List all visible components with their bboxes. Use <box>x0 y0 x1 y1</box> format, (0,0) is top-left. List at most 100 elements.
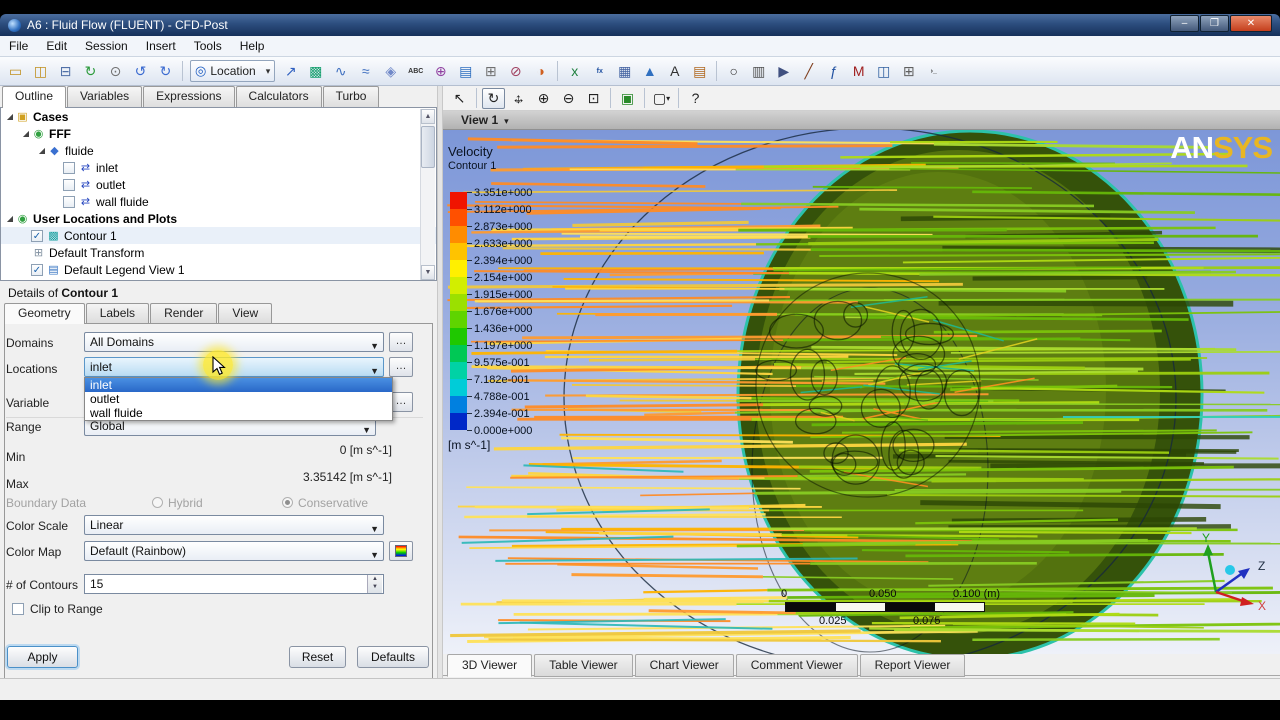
scroll-down-icon[interactable]: ▼ <box>421 265 435 280</box>
new-case-icon[interactable]: ▭ <box>4 60 27 82</box>
tab-variables[interactable]: Variables <box>67 86 143 107</box>
visibility-checkbox[interactable]: ✓ <box>31 263 43 276</box>
dropdown-option-wall-fluide[interactable]: wall fluide <box>85 406 392 420</box>
views-icon[interactable]: ⊞ <box>897 60 920 82</box>
tree-scrollbar[interactable]: ▲ ▼ <box>420 109 435 280</box>
3d-viewport[interactable]: ANSYS Velocity Contour 1 [m s^-1] 3.351e… <box>443 130 1280 654</box>
visibility-checkbox[interactable] <box>63 161 75 174</box>
expander-icon[interactable]: ◢ <box>5 112 15 121</box>
menu-file[interactable]: File <box>0 36 37 56</box>
visibility-checkbox[interactable] <box>63 178 75 191</box>
expander-icon[interactable]: ◢ <box>37 146 47 155</box>
title-bar[interactable]: A6 : Fluid Flow (FLUENT) - CFD-Post – ❐ … <box>0 14 1280 36</box>
animation-icon[interactable]: ▥ <box>747 60 770 82</box>
menu-tools[interactable]: Tools <box>185 36 231 56</box>
viewer-tab-chart-viewer[interactable]: Chart Viewer <box>634 654 734 677</box>
conservative-radio[interactable] <box>282 497 293 508</box>
locations-more-button[interactable]: … <box>389 357 413 377</box>
close-button[interactable]: ✕ <box>1230 15 1272 32</box>
scroll-up-icon[interactable]: ▲ <box>421 109 435 124</box>
color-map-editor-button[interactable] <box>389 541 413 561</box>
tree-item-user-locations-and-plots[interactable]: ◢ ◉ User Locations and Plots <box>1 210 436 227</box>
tree-item-cases[interactable]: ◢ ▣ Cases <box>1 108 436 125</box>
calculators-icon[interactable]: ƒ <box>822 60 845 82</box>
instance-transform-icon[interactable]: ⊞ <box>479 60 502 82</box>
table-icon[interactable]: ▦ <box>613 60 636 82</box>
load-results-icon[interactable]: ◫ <box>29 60 52 82</box>
tree-item-default-legend-view-1[interactable]: ✓ ▤ Default Legend View 1 <box>1 261 436 278</box>
location-dropdown[interactable]: ◎ Location ▾ <box>190 60 276 82</box>
tree-item-default-transform[interactable]: ⊞ Default Transform <box>1 244 436 261</box>
details-tab-geometry[interactable]: Geometry <box>4 303 85 324</box>
menu-session[interactable]: Session <box>76 36 137 56</box>
text-label-icon[interactable]: ABC <box>404 60 427 82</box>
viewer-help-icon[interactable]: ? <box>684 88 707 109</box>
contours-input[interactable]: 15 ▲ ▼ <box>84 574 384 594</box>
domains-combo[interactable]: All Domains ▼ <box>84 332 384 352</box>
zoom-out-icon[interactable]: ⊖ <box>557 88 580 109</box>
tree-item-outlet[interactable]: ⇄ outlet <box>1 176 436 193</box>
maximize-button[interactable]: ❐ <box>1200 15 1229 32</box>
rotate-icon[interactable]: ↻ <box>482 87 505 109</box>
probe-icon[interactable]: ╱ <box>797 60 820 82</box>
tree-item-fluide[interactable]: ◢ ◆ fluide <box>1 142 436 159</box>
view-selector-bar[interactable]: View 1 ▾ <box>443 111 1280 130</box>
viewport-layout-icon[interactable]: ▢ ▾ <box>650 88 673 109</box>
report-icon[interactable]: ▤ <box>688 60 711 82</box>
contour-icon[interactable]: ▩ <box>304 60 327 82</box>
color-map-combo[interactable]: Default (Rainbow) ▼ <box>84 541 384 561</box>
visibility-checkbox[interactable]: ✓ <box>31 229 43 242</box>
defaults-button[interactable]: Defaults <box>357 646 429 668</box>
snapshot-icon[interactable]: ⊙ <box>104 60 127 82</box>
hybrid-radio[interactable] <box>152 497 163 508</box>
tree-item-inlet[interactable]: ⇄ inlet <box>1 159 436 176</box>
redo-icon[interactable]: ↻ <box>154 60 177 82</box>
locations-combo[interactable]: inlet ▼ <box>84 357 384 377</box>
expander-icon[interactable]: ◢ <box>21 129 31 138</box>
tree-item-contour-1[interactable]: ✓ ▩ Contour 1 <box>1 227 436 244</box>
undo-icon[interactable]: ↺ <box>129 60 152 82</box>
menu-help[interactable]: Help <box>231 36 274 56</box>
spinner-buttons[interactable]: ▲ ▼ <box>367 575 382 593</box>
zoom-in-icon[interactable]: ⊕ <box>532 88 555 109</box>
tree-item-fff[interactable]: ◢ ◉ FFF <box>1 125 436 142</box>
fit-view-icon[interactable]: ▣ <box>616 88 639 109</box>
comment-icon[interactable]: A <box>663 60 686 82</box>
vector-icon[interactable]: ↗ <box>279 60 302 82</box>
menu-edit[interactable]: Edit <box>37 36 76 56</box>
tab-expressions[interactable]: Expressions <box>143 86 235 107</box>
zoom-area-icon[interactable]: ⊡ <box>582 88 605 109</box>
streamline-icon[interactable]: ∿ <box>329 60 352 82</box>
point-icon[interactable]: ⊕ <box>429 60 452 82</box>
select-icon[interactable]: ↖ <box>448 88 471 109</box>
clip-plane-icon[interactable]: ⊘ <box>504 60 527 82</box>
viewer-tab-table-viewer[interactable]: Table Viewer <box>534 654 633 677</box>
details-tab-labels[interactable]: Labels <box>85 303 150 324</box>
report-template-icon[interactable]: ◫ <box>872 60 895 82</box>
viewer-tab-comment-viewer[interactable]: Comment Viewer <box>735 654 858 677</box>
pan-icon[interactable]: ↔ ↕ <box>507 88 530 109</box>
function-calculator-icon[interactable]: fx <box>588 60 611 82</box>
visibility-checkbox[interactable] <box>63 195 75 208</box>
details-tab-view[interactable]: View <box>218 303 273 324</box>
scrollbar-thumb[interactable] <box>421 126 435 168</box>
viewer-tab-report-viewer[interactable]: Report Viewer <box>859 654 966 677</box>
dropdown-option-inlet[interactable]: inlet <box>85 378 392 392</box>
command-editor-icon[interactable]: ›_ <box>922 60 945 82</box>
dropdown-option-outlet[interactable]: outlet <box>85 392 392 406</box>
color-scale-combo[interactable]: Linear ▼ <box>84 515 384 535</box>
domains-more-button[interactable]: … <box>389 332 413 352</box>
tree-item-wall-fluide[interactable]: ⇄ wall fluide <box>1 193 436 210</box>
tab-calculators[interactable]: Calculators <box>235 86 322 107</box>
clip-to-range-checkbox[interactable] <box>12 603 24 615</box>
refresh-icon[interactable]: ↻ <box>79 60 102 82</box>
macro-calculator-icon[interactable]: M <box>847 60 870 82</box>
reset-button[interactable]: Reset <box>289 646 346 668</box>
legend-icon[interactable]: ▤ <box>454 60 477 82</box>
menu-insert[interactable]: Insert <box>137 36 185 56</box>
tab-turbo[interactable]: Turbo <box>322 86 380 107</box>
details-tab-render[interactable]: Render <box>150 303 218 324</box>
apply-button[interactable]: Apply <box>7 646 78 668</box>
color-map-edit-icon[interactable]: ◑ <box>529 60 552 82</box>
tab-outline[interactable]: Outline <box>2 86 67 108</box>
